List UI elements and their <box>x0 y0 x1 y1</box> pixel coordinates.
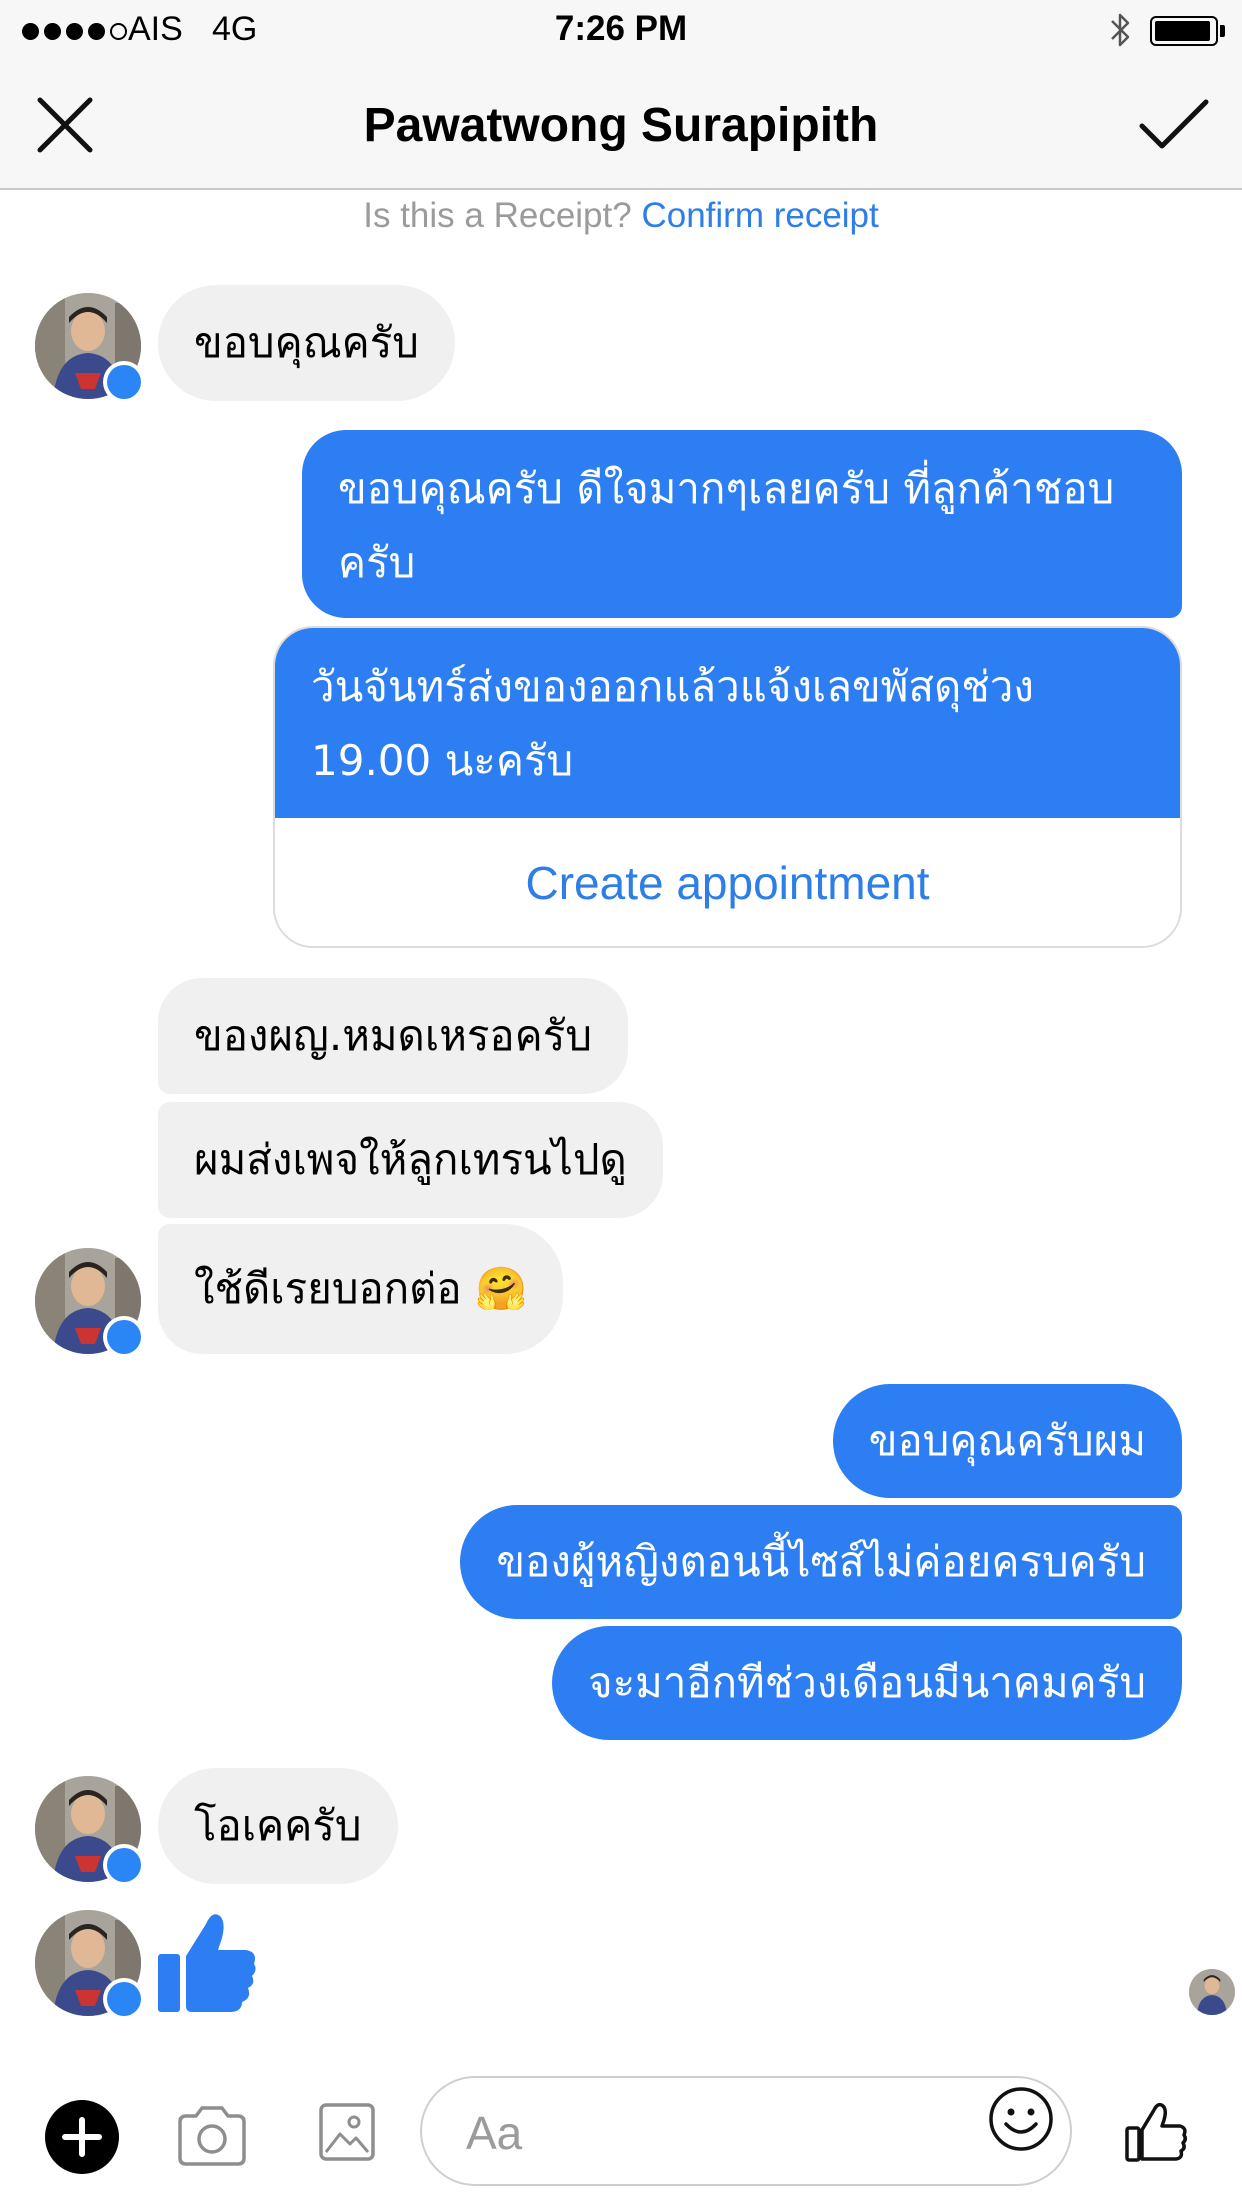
contact-avatar[interactable] <box>35 293 145 403</box>
appointment-card[interactable]: วันจันทร์ส่งของออกแล้วแจ้งเลขพัสดุช่วง 1… <box>273 626 1182 948</box>
message-bubble-outgoing: วันจันทร์ส่งของออกแล้วแจ้งเลขพัสดุช่วง 1… <box>275 628 1180 818</box>
message-bubble-incoming[interactable]: ของผญ.หมดเหรอครับ <box>158 978 628 1094</box>
receipt-prompt: Is this a Receipt? Confirm receipt <box>0 196 1242 236</box>
battery-icon <box>1150 16 1218 46</box>
contact-avatar[interactable] <box>35 1248 145 1358</box>
conversation-header: Pawatwong Surapipith <box>0 62 1242 190</box>
confirm-receipt-link[interactable]: Confirm receipt <box>641 196 878 235</box>
message-bubble-outgoing[interactable]: ของผู้หญิงตอนนี้ไซส์ไม่ค่อยครบครับ <box>460 1505 1182 1619</box>
thumbs-up-icon[interactable] <box>158 1908 258 2014</box>
camera-icon[interactable] <box>176 2104 248 2168</box>
message-bubble-incoming[interactable]: โอเคครับ <box>158 1768 398 1884</box>
messenger-badge-icon <box>103 1844 145 1886</box>
gallery-icon[interactable] <box>318 2100 376 2164</box>
clock: 7:26 PM <box>554 9 688 48</box>
plus-icon[interactable] <box>45 2100 119 2174</box>
read-receipt-avatar <box>1189 1969 1235 2015</box>
messenger-badge-icon <box>103 361 145 403</box>
battery-tip <box>1220 25 1225 37</box>
message-input[interactable]: Aa <box>420 2076 1072 2186</box>
message-input-placeholder: Aa <box>466 2107 523 2159</box>
message-bubble-incoming[interactable]: ขอบคุณครับ <box>158 285 455 401</box>
battery-fill <box>1155 21 1211 41</box>
create-appointment-button[interactable]: Create appointment <box>275 818 1180 946</box>
contact-avatar[interactable] <box>35 1776 145 1886</box>
messenger-badge-icon <box>103 1978 145 2020</box>
contact-name: Pawatwong Surapipith <box>363 99 879 152</box>
message-bubble-outgoing[interactable]: จะมาอีกทีช่วงเดือนมีนาคมครับ <box>551 1626 1182 1740</box>
receipt-question: Is this a Receipt? <box>363 196 632 235</box>
thumbs-up-icon[interactable] <box>1124 2098 1190 2164</box>
checkmark-icon[interactable] <box>1136 90 1212 160</box>
emoji-icon[interactable] <box>988 2086 1054 2152</box>
composer-bar: Aa <box>0 2060 1242 2208</box>
message-bubble-incoming[interactable]: ใช้ดีเรยบอกต่อ 🤗 <box>158 1224 564 1354</box>
message-bubble-outgoing[interactable]: ขอบคุณครับ ดีใจมากๆเลยครับ ที่ลูกค้าชอบค… <box>302 430 1182 618</box>
message-bubble-incoming[interactable]: ผมส่งเพจให้ลูกเทรนไปดู <box>158 1102 663 1218</box>
status-bar: AIS 4G 7:26 PM <box>0 0 1242 62</box>
message-bubble-outgoing[interactable]: ขอบคุณครับผม <box>832 1384 1182 1498</box>
messenger-badge-icon <box>103 1316 145 1358</box>
contact-avatar[interactable] <box>35 1910 145 2020</box>
bluetooth-icon <box>1111 13 1130 47</box>
